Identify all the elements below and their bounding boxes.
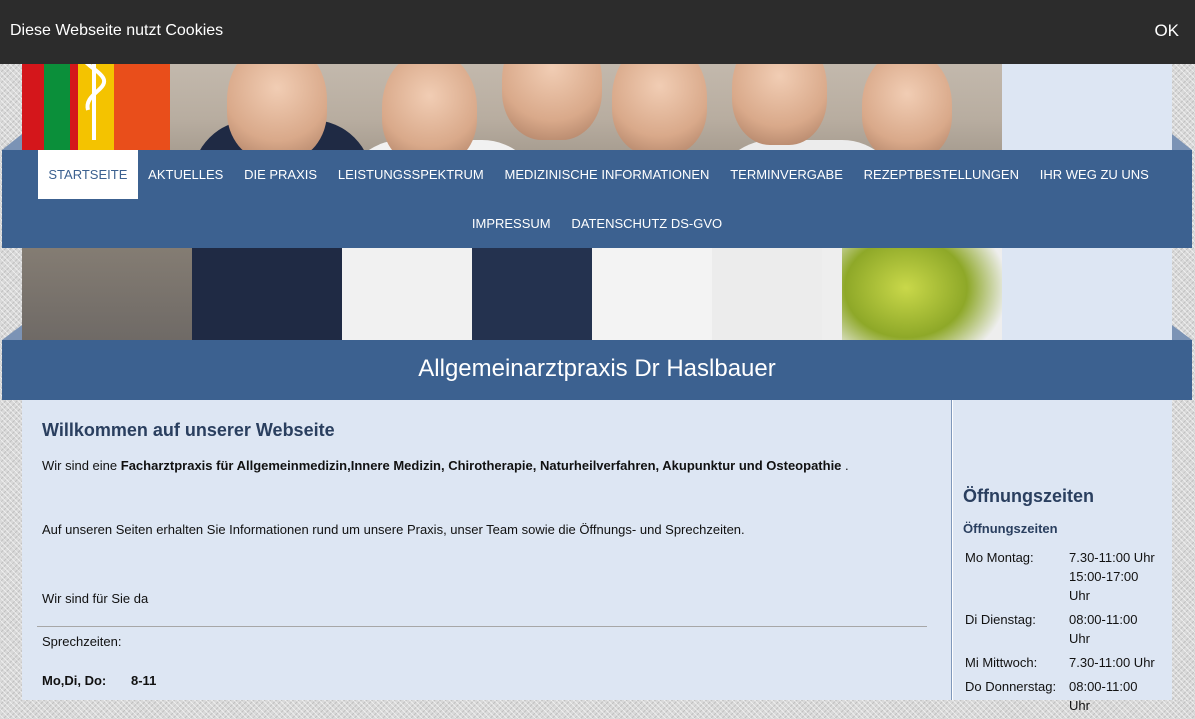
- opening-hours-heading: Öffnungszeiten: [963, 486, 1094, 506]
- time-value: 7.30-11:00 Uhr 15:00-17:00 Uhr: [1069, 550, 1155, 603]
- table-row: Mo Montag: 7.30-11:00 Uhr 15:00-17:00 Uh…: [963, 547, 1163, 609]
- intro-paragraph: Wir sind eine Facharztpraxis für Allgeme…: [42, 458, 849, 473]
- time-value: 08:00-11:00 Uhr: [1069, 679, 1138, 713]
- intro-suffix: .: [841, 458, 849, 473]
- sidebar: Öffnungszeiten Öffnungszeiten Mo Montag:…: [953, 400, 1172, 713]
- day-label: Do Donnerstag:: [965, 679, 1057, 694]
- table-row: Di Dienstag: 08:00-11:00 Uhr: [963, 609, 1163, 652]
- info-paragraph: Auf unseren Seiten erhalten Sie Informat…: [42, 522, 745, 537]
- intro-prefix: Wir sind eine: [42, 458, 121, 473]
- title-corner-right: [1172, 325, 1192, 340]
- nav-item-ihr-weg-zu-uns[interactable]: IHR WEG ZU UNS: [1029, 150, 1159, 199]
- intro-specialties: Facharztpraxis für Allgemeinmedizin,Inne…: [120, 458, 842, 473]
- table-row: Mi Mittwoch: 7.30-11:00 Uhr: [963, 652, 1163, 676]
- nav-item-impressum[interactable]: IMPRESSUM: [461, 199, 561, 248]
- main-content: Willkommen auf unserer Webseite Wir sind…: [22, 400, 952, 700]
- nav-item-leistungsspektrum[interactable]: LEISTUNGSSPEKTRUM: [327, 150, 494, 199]
- nav-item-datenschutz[interactable]: DATENSCHUTZ DS-GVO: [561, 199, 733, 248]
- main-navigation: STARTSEITE AKTUELLES DIE PRAXIS LEISTUNG…: [2, 150, 1192, 248]
- site-title: Allgemeinarztpraxis Dr Haslbauer: [418, 355, 776, 382]
- nav-item-terminvergabe[interactable]: TERMINVERGABE: [720, 150, 853, 199]
- consultation-days: Mo,Di, Do:: [42, 673, 107, 688]
- day-label: Mo Montag:: [965, 550, 1034, 565]
- nav-item-rezeptbestellungen[interactable]: REZEPTBESTELLUNGEN: [853, 150, 1029, 199]
- there-for-you-text: Wir sind für Sie da: [42, 591, 149, 606]
- nav-item-aktuelles[interactable]: AKTUELLES: [138, 150, 234, 199]
- opening-hours-table: Mo Montag: 7.30-11:00 Uhr 15:00-17:00 Uh…: [963, 547, 1163, 719]
- cookie-ok-button[interactable]: OK: [1154, 21, 1179, 41]
- consultation-label: Sprechzeiten:: [42, 634, 122, 649]
- nav-item-die-praxis[interactable]: DIE PRAXIS: [234, 150, 328, 199]
- time-value: 08:00-11:00 Uhr: [1069, 612, 1138, 646]
- page-heading: Willkommen auf unserer Webseite: [42, 420, 335, 440]
- day-label: Mi Mittwoch:: [965, 655, 1038, 670]
- cookie-text: Diese Webseite nutzt Cookies: [10, 22, 224, 39]
- title-corner-left: [2, 325, 22, 340]
- cookie-banner: Diese Webseite nutzt Cookies OK: [0, 0, 1195, 64]
- nav-item-startseite[interactable]: STARTSEITE: [38, 150, 138, 199]
- time-value: 7.30-11:00 Uhr: [1069, 655, 1155, 670]
- consultation-hours: 8-11: [131, 673, 157, 688]
- nav-corner-right: [1172, 134, 1192, 150]
- day-label: Di Dienstag:: [965, 612, 1036, 627]
- nav-corner-left: [2, 134, 22, 150]
- content-divider: [37, 626, 927, 627]
- opening-hours-subheading: Öffnungszeiten: [963, 521, 1058, 536]
- nav-item-medizinische-informationen[interactable]: MEDIZINISCHE INFORMATIONEN: [494, 150, 720, 199]
- site-title-bar: Allgemeinarztpraxis Dr Haslbauer: [2, 340, 1192, 400]
- table-row: Do Donnerstag: 08:00-11:00 Uhr: [963, 676, 1163, 719]
